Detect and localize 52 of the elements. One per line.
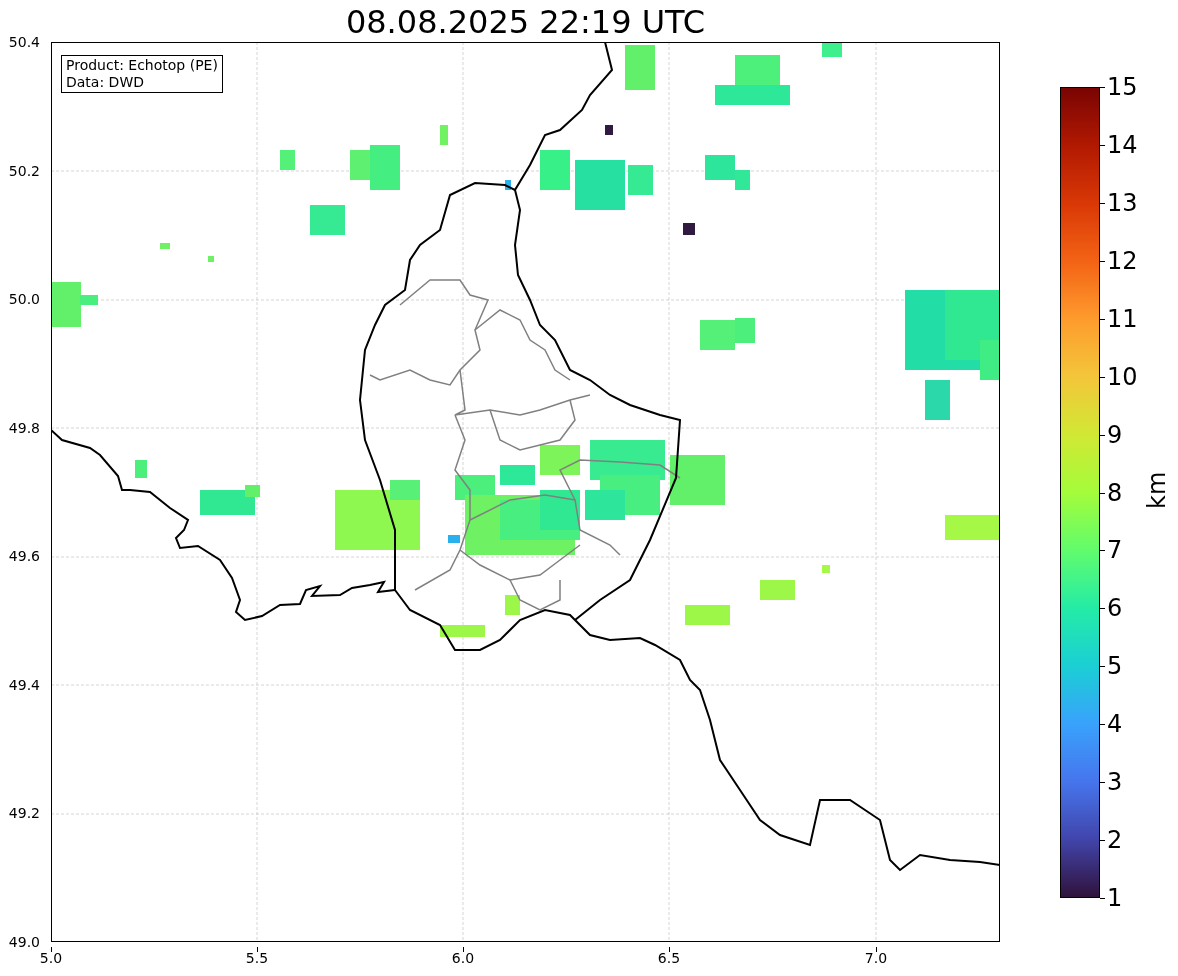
tick-mark <box>463 947 464 952</box>
tick-mark <box>669 947 670 952</box>
colorbar-tick-label: 11 <box>1107 304 1138 333</box>
tick-mark <box>1100 318 1105 320</box>
tick-mark <box>1100 202 1105 204</box>
y-tick-label: 50.0 <box>7 291 40 309</box>
colorbar-tick-label: 4 <box>1107 710 1123 739</box>
tick-mark <box>1100 666 1105 668</box>
chart-title: 08.08.2025 22:19 UTC <box>344 2 707 42</box>
colorbar-tick-label: 14 <box>1107 130 1138 159</box>
tick-mark <box>1100 782 1105 784</box>
tick-mark <box>1100 550 1105 552</box>
x-tick-label: 5.5 <box>244 950 270 967</box>
x-tick-label: 7.0 <box>863 950 889 967</box>
y-tick-label: 50.2 <box>7 162 40 180</box>
colorbar-tick-label: 7 <box>1107 536 1123 565</box>
tick-mark <box>1100 87 1105 88</box>
y-tick-label: 49.6 <box>7 548 40 566</box>
tick-mark <box>1100 608 1105 610</box>
tick-mark <box>1100 376 1105 378</box>
info-text: Data: DWD <box>66 74 145 91</box>
y-tick-label: 49.4 <box>7 676 40 694</box>
colorbar-tick-label: 10 <box>1107 362 1138 391</box>
x-tick-label: 6.5 <box>656 950 682 967</box>
tick-mark <box>257 947 258 952</box>
colorbar-tick-label: 5 <box>1107 652 1123 681</box>
x-tick-label: 5.0 <box>38 950 64 967</box>
tick-mark <box>1100 434 1105 436</box>
tick-mark <box>876 947 877 952</box>
colorbar-tick-label: 8 <box>1107 478 1123 507</box>
colorbar-tick-label: 9 <box>1107 420 1123 449</box>
tick-mark <box>1100 260 1105 262</box>
x-tick-label: 6.0 <box>450 950 476 967</box>
tick-mark <box>1100 144 1105 146</box>
y-tick-label: 49.2 <box>7 805 40 823</box>
tick-mark <box>51 947 52 952</box>
colorbar-tick-label: 1 <box>1107 884 1123 912</box>
tick-mark <box>1100 898 1105 899</box>
colorbar-tick-label: 3 <box>1107 768 1123 797</box>
colorbar-tick-label: 13 <box>1107 188 1138 217</box>
colorbar-tick-label: 6 <box>1107 594 1123 623</box>
y-tick-label: 50.4 <box>7 34 40 51</box>
colorbar-label: km <box>1143 475 1171 509</box>
colorbar-tick-label: 12 <box>1107 246 1138 275</box>
y-tick-label: 49.0 <box>7 934 40 951</box>
y-tick-label: 49.8 <box>7 419 40 437</box>
colorbar-tick-label: 15 <box>1107 73 1138 101</box>
tick-mark <box>1100 840 1105 842</box>
tick-mark <box>1100 492 1105 494</box>
info-text: Product: Echotop (PE) <box>66 57 218 74</box>
tick-mark <box>1100 724 1105 726</box>
colorbar-tick-label: 2 <box>1107 826 1123 855</box>
